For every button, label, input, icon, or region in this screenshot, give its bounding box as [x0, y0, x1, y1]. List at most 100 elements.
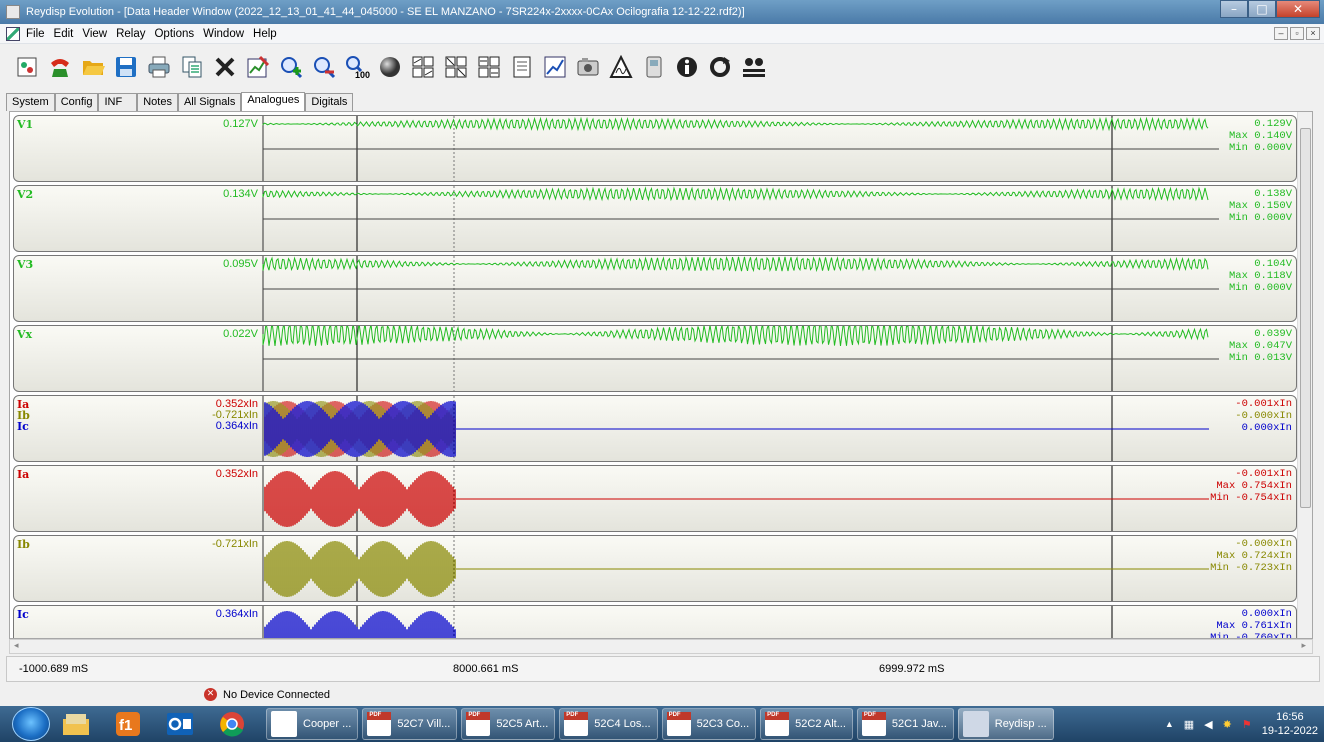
waveform-plot: [262, 466, 1209, 531]
horizontal-scrollbar[interactable]: ◂ ▸: [9, 639, 1313, 654]
task-reydisp[interactable]: Reydisp ...: [957, 708, 1054, 740]
power-icon[interactable]: ✸: [1223, 718, 1232, 731]
channel-panel[interactable]: V2 0.134V 0.138V Max 0.150V Min 0.000V: [13, 185, 1297, 252]
zoom-in-icon[interactable]: [278, 54, 304, 80]
f1-icon[interactable]: f1: [110, 708, 146, 740]
mdi-restore-button[interactable]: ▫: [1290, 27, 1304, 40]
pdf-icon: [861, 712, 886, 736]
copy-icon[interactable]: [179, 54, 205, 80]
graph-icon[interactable]: [542, 54, 568, 80]
scroll-left-arrow-icon[interactable]: ◂: [14, 640, 19, 651]
status-bar: ✕ No Device Connected: [0, 684, 1324, 706]
task-52c1[interactable]: 52C1 Jav...: [856, 708, 954, 740]
channel-panel[interactable]: V3 0.095V 0.104V Max 0.118V Min 0.000V: [13, 255, 1297, 322]
tab-analogues[interactable]: Analogues: [241, 92, 306, 111]
tray-arrow-icon[interactable]: ▲: [1165, 719, 1174, 729]
vertical-scrollbar[interactable]: [1297, 112, 1312, 638]
task-52c4[interactable]: 52C4 Los...: [559, 708, 658, 740]
delete-icon[interactable]: [212, 54, 238, 80]
channel-panel[interactable]: Ib -0.721xIn -0.000xIn Max 0.724xIn Min -0.7…: [13, 535, 1297, 602]
menu-relay[interactable]: Relay: [116, 28, 145, 40]
flag-icon[interactable]: ⚑: [1242, 718, 1252, 731]
network-icon[interactable]: ▦: [1184, 718, 1194, 731]
menu-file[interactable]: File: [26, 28, 45, 40]
phone-icon[interactable]: [47, 54, 73, 80]
scroll-right-arrow-icon[interactable]: ▸: [1301, 640, 1306, 651]
document-window-icon[interactable]: [6, 26, 20, 41]
menu-options[interactable]: Options: [154, 28, 194, 40]
pdf-icon: [466, 712, 491, 736]
task-cooper[interactable]: Cooper ...: [266, 708, 359, 740]
device-icon[interactable]: [641, 54, 667, 80]
task-52c5[interactable]: 52C5 Art...: [461, 708, 556, 740]
chart-edit-icon[interactable]: [245, 54, 271, 80]
document-icon[interactable]: [509, 54, 535, 80]
channel-panel[interactable]: Ia Ib Ic 0.352xIn -0.721xIn 0.364xIn -0.001xIn…: [13, 395, 1297, 462]
task-52c2[interactable]: 52C2 Alt...: [760, 708, 853, 740]
chrome-icon[interactable]: [214, 708, 250, 740]
users-icon[interactable]: [740, 54, 766, 80]
grid2-icon[interactable]: [443, 54, 469, 80]
waveform-plot: [262, 116, 1219, 181]
tab-inf[interactable]: INF: [98, 93, 138, 111]
close-button[interactable]: ✕: [1276, 0, 1320, 18]
app-icon: [6, 5, 20, 19]
waveform-plot: [262, 606, 1113, 638]
waveform-icon[interactable]: [608, 54, 634, 80]
mdi-close-button[interactable]: ×: [1306, 27, 1320, 40]
waveform-plot: [262, 256, 1219, 321]
mdi-minimize-button[interactable]: –: [1274, 27, 1288, 40]
waveform-trace: [264, 611, 456, 638]
minimize-button[interactable]: –: [1220, 0, 1248, 18]
tab-notes[interactable]: Notes: [137, 93, 178, 111]
error-icon: ✕: [204, 688, 217, 701]
maximize-button[interactable]: □: [1248, 0, 1276, 18]
task-52c7[interactable]: 52C7 Vill...: [362, 708, 458, 740]
info-icon[interactable]: [674, 54, 700, 80]
title-bar: Reydisp Evolution - [Data Header Window …: [0, 0, 1324, 24]
channel-panel[interactable]: V1 0.127V 0.129V Max 0.140V Min 0.000V: [13, 115, 1297, 182]
outlook-icon[interactable]: [162, 708, 198, 740]
menu-help[interactable]: Help: [253, 28, 277, 40]
clock[interactable]: 16:56 19-12-2022: [1262, 710, 1318, 738]
print-icon[interactable]: [146, 54, 172, 80]
tab-strip: System Config INF Notes All Signals Anal…: [6, 92, 354, 111]
system-tray: ▲ ▦ ◀ ✸ ⚑ 16:56 19-12-2022: [1165, 706, 1318, 742]
zoom-100-icon[interactable]: 100: [344, 54, 370, 80]
waveform-plot: [262, 326, 1219, 391]
toolbar: 100: [0, 44, 1324, 90]
tab-system[interactable]: System: [6, 93, 55, 111]
tab-digitals[interactable]: Digitals: [305, 93, 354, 111]
menu-view[interactable]: View: [82, 28, 107, 40]
volume-icon[interactable]: ◀: [1204, 718, 1212, 731]
time-cursor: 8000.661 mS: [453, 663, 519, 675]
waveform-trace: [262, 326, 1209, 347]
vertical-scrollbar-thumb[interactable]: [1300, 128, 1311, 508]
record-icon[interactable]: [377, 54, 403, 80]
camera-icon[interactable]: [575, 54, 601, 80]
grid1-icon[interactable]: [410, 54, 436, 80]
grid3-icon[interactable]: [476, 54, 502, 80]
pdf-icon: [367, 712, 392, 736]
channel-panel[interactable]: Ia 0.352xIn -0.001xIn Max 0.754xIn Min -0.75…: [13, 465, 1297, 532]
cooper-icon: [271, 711, 297, 737]
save-icon[interactable]: [113, 54, 139, 80]
channel-panel[interactable]: Vx 0.022V 0.039V Max 0.047V Min 0.013V: [13, 325, 1297, 392]
pdf-icon: [765, 712, 790, 736]
waveform-plot: [262, 396, 1209, 461]
waveform-trace: [262, 186, 1209, 202]
channel-panel[interactable]: Ic 0.364xIn 0.000xIn Max 0.761xIn Min -0.760…: [13, 605, 1297, 638]
menu-window[interactable]: Window: [203, 28, 244, 40]
tab-all-signals[interactable]: All Signals: [177, 93, 242, 111]
menu-edit[interactable]: Edit: [54, 28, 74, 40]
explorer-icon[interactable]: [58, 708, 94, 740]
taskbar: f1 Cooper ... 52C7 Vill... 52C5 Art... 5…: [0, 706, 1324, 742]
open-folder-icon[interactable]: [80, 54, 106, 80]
zoom-out-icon[interactable]: [311, 54, 337, 80]
tab-config[interactable]: Config: [54, 93, 99, 111]
waveform-area[interactable]: Ic 0.364xIn 0.000xIn Max 0.761xIn Min -0.760…: [9, 111, 1313, 639]
task-52c3[interactable]: 52C3 Co...: [661, 708, 757, 740]
start-button[interactable]: [12, 707, 50, 741]
relay-icon[interactable]: [14, 54, 40, 80]
refresh-icon[interactable]: [707, 54, 733, 80]
